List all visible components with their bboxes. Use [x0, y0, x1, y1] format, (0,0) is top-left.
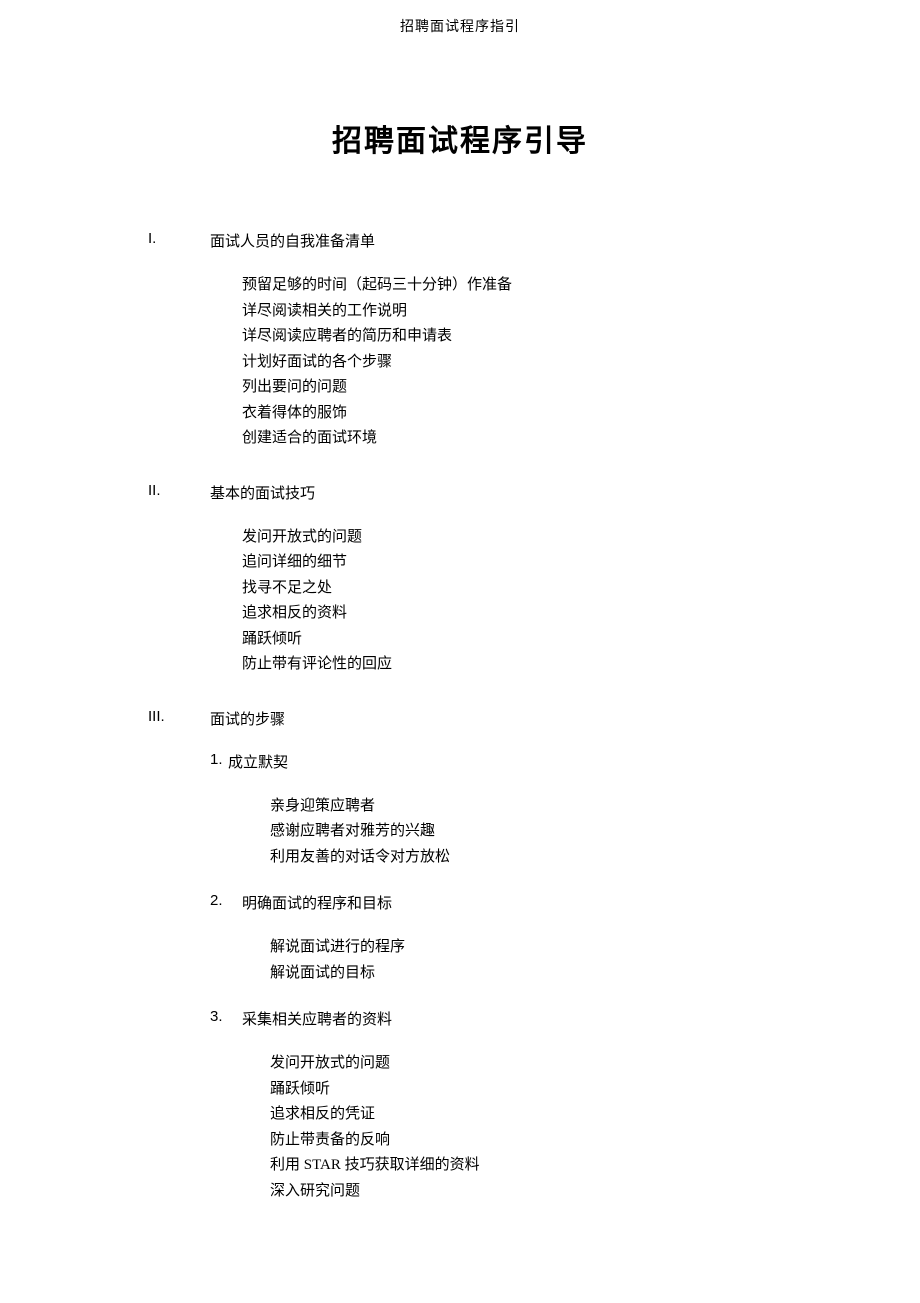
subsection-number: 3.: [210, 1008, 242, 1029]
list-item: 计划好面试的各个步骤: [242, 350, 820, 376]
list-item: 踊跃倾听: [242, 627, 820, 653]
list-item: 发问开放式的问题: [270, 1051, 820, 1077]
list-item: 亲身迎策应聘者: [270, 794, 820, 820]
list-item: 踊跃倾听: [270, 1077, 820, 1103]
items-list: 预留足够的时间（起码三十分钟）作准备详尽阅读相关的工作说明详尽阅读应聘者的简历和…: [148, 273, 820, 452]
list-item: 感谢应聘者对雅芳的兴趣: [270, 819, 820, 845]
subsection-title: 采集相关应聘者的资料: [242, 1008, 392, 1029]
section-number: III.: [148, 708, 210, 729]
page-title: 招聘面试程序引导: [0, 116, 920, 160]
page-header: 招聘面试程序指引: [0, 0, 920, 36]
section-number: II.: [148, 482, 210, 503]
list-item: 防止带有评论性的回应: [242, 652, 820, 678]
section-title: 面试的步骤: [210, 708, 285, 729]
subsection-header: 2.明确面试的程序和目标: [148, 892, 820, 913]
subsection-number: 1.: [210, 751, 228, 772]
subsection-title: 成立默契: [228, 751, 288, 772]
subsection-title: 明确面试的程序和目标: [242, 892, 392, 913]
list-item: 预留足够的时间（起码三十分钟）作准备: [242, 273, 820, 299]
subsection-header: 3.采集相关应聘者的资料: [148, 1008, 820, 1029]
list-item: 防止带责备的反响: [270, 1128, 820, 1154]
list-item: 衣着得体的服饰: [242, 401, 820, 427]
subsection: 3.采集相关应聘者的资料发问开放式的问题踊跃倾听追求相反的凭证防止带责备的反响利…: [148, 1008, 820, 1204]
section: II.基本的面试技巧发问开放式的问题追问详细的细节找寻不足之处追求相反的资料踊跃…: [148, 482, 820, 678]
section: III.面试的步骤 1.成立默契亲身迎策应聘者感谢应聘者对雅芳的兴趣利用友善的对话…: [148, 708, 820, 1205]
subsection: 1.成立默契亲身迎策应聘者感谢应聘者对雅芳的兴趣利用友善的对话令对方放松: [148, 751, 820, 871]
list-item: 利用友善的对话令对方放松: [270, 845, 820, 871]
section-title: 基本的面试技巧: [210, 482, 315, 503]
list-item: 创建适合的面试环境: [242, 426, 820, 452]
list-item: 解说面试进行的程序: [270, 935, 820, 961]
list-item: 追求相反的凭证: [270, 1102, 820, 1128]
subitems-list: 亲身迎策应聘者感谢应聘者对雅芳的兴趣利用友善的对话令对方放松: [148, 794, 820, 871]
list-item: 发问开放式的问题: [242, 525, 820, 551]
list-item: 解说面试的目标: [270, 961, 820, 987]
list-item: 追问详细的细节: [242, 550, 820, 576]
subsection-number: 2.: [210, 892, 242, 913]
section-header: I.面试人员的自我准备清单: [148, 230, 820, 251]
section: I.面试人员的自我准备清单预留足够的时间（起码三十分钟）作准备详尽阅读相关的工作…: [148, 230, 820, 452]
section-header: II.基本的面试技巧: [148, 482, 820, 503]
content-body: I.面试人员的自我准备清单预留足够的时间（起码三十分钟）作准备详尽阅读相关的工作…: [0, 230, 920, 1204]
section-header: III.面试的步骤: [148, 708, 820, 729]
subsection-header: 1.成立默契: [148, 751, 820, 772]
list-item: 深入研究问题: [270, 1179, 820, 1205]
section-title: 面试人员的自我准备清单: [210, 230, 375, 251]
subitems-list: 发问开放式的问题踊跃倾听追求相反的凭证防止带责备的反响利用 STAR 技巧获取详…: [148, 1051, 820, 1204]
list-item: 利用 STAR 技巧获取详细的资料: [270, 1153, 820, 1179]
subitems-list: 解说面试进行的程序解说面试的目标: [148, 935, 820, 986]
list-item: 追求相反的资料: [242, 601, 820, 627]
list-item: 详尽阅读应聘者的简历和申请表: [242, 324, 820, 350]
items-list: 发问开放式的问题追问详细的细节找寻不足之处追求相反的资料踊跃倾听防止带有评论性的…: [148, 525, 820, 678]
subsection: 2.明确面试的程序和目标解说面试进行的程序解说面试的目标: [148, 892, 820, 986]
list-item: 详尽阅读相关的工作说明: [242, 299, 820, 325]
list-item: 列出要问的问题: [242, 375, 820, 401]
section-number: I.: [148, 230, 210, 251]
list-item: 找寻不足之处: [242, 576, 820, 602]
